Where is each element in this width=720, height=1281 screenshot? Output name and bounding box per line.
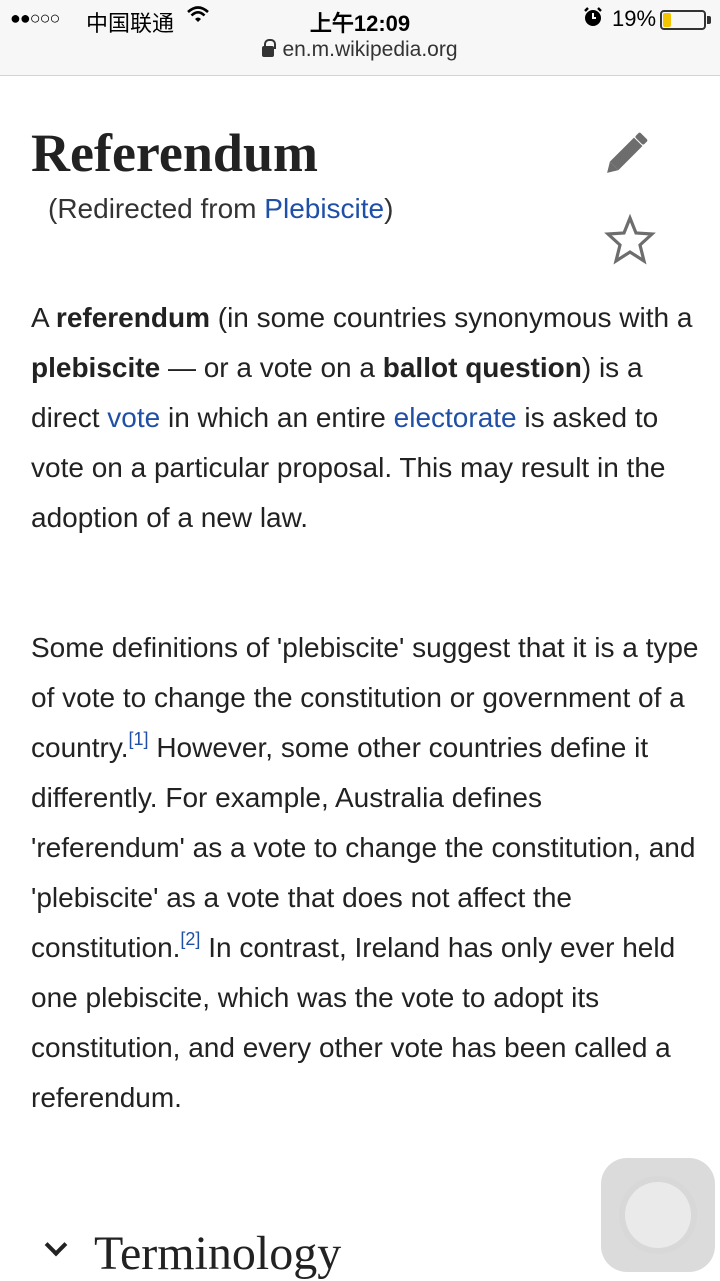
browser-top-bar: ●●○○○ 中国联通 上午12:09 19% en.m.wikipedia.or… (0, 0, 720, 76)
text: in which an entire (160, 402, 394, 433)
text: However, some other countries define it … (31, 732, 696, 963)
redirect-link-plebiscite[interactable]: Plebiscite (264, 193, 384, 224)
section-heading-terminology[interactable]: Terminology (44, 1226, 341, 1281)
citation-link-1[interactable]: [1] (129, 729, 149, 749)
bold-term-referendum: referendum (55, 302, 210, 333)
battery-tip (707, 16, 711, 24)
watch-star-icon[interactable] (604, 213, 656, 266)
text: — or a vote on a (160, 352, 383, 383)
bold-term-ballot-question: ballot question (382, 352, 582, 383)
citation-link-2[interactable]: [2] (180, 929, 200, 949)
assistive-touch-button[interactable] (601, 1158, 715, 1272)
status-bar: ●●○○○ 中国联通 上午12:09 19% (0, 0, 720, 40)
link-electorate[interactable]: electorate (394, 402, 517, 433)
intro-paragraph: A referendum (in some countries synonymo… (31, 293, 699, 543)
redirect-notice: (Redirected from Plebiscite) (48, 193, 393, 225)
battery-percent: 19% (612, 6, 657, 31)
redirect-prefix: (Redirected from (48, 193, 265, 224)
link-vote[interactable]: vote (107, 402, 160, 433)
page-title: Referendum (31, 123, 318, 183)
lock-icon (262, 39, 277, 57)
edit-pencil-icon[interactable] (604, 128, 654, 174)
text: (in some countries synonymous with a (209, 302, 693, 333)
alarm-icon (582, 6, 604, 34)
text: A (31, 302, 56, 333)
redirect-suffix: ) (384, 193, 394, 224)
url-text[interactable]: en.m.wikipedia.org (282, 38, 457, 61)
address-bar[interactable]: en.m.wikipedia.org (0, 38, 720, 62)
section-title[interactable]: Terminology (94, 1227, 341, 1280)
battery-level (663, 13, 671, 27)
battery-icon (660, 10, 706, 30)
bold-term-plebiscite: plebiscite (31, 352, 161, 383)
chevron-down-icon[interactable] (44, 1233, 68, 1257)
definitions-paragraph: Some definitions of 'plebiscite' suggest… (31, 623, 699, 1123)
